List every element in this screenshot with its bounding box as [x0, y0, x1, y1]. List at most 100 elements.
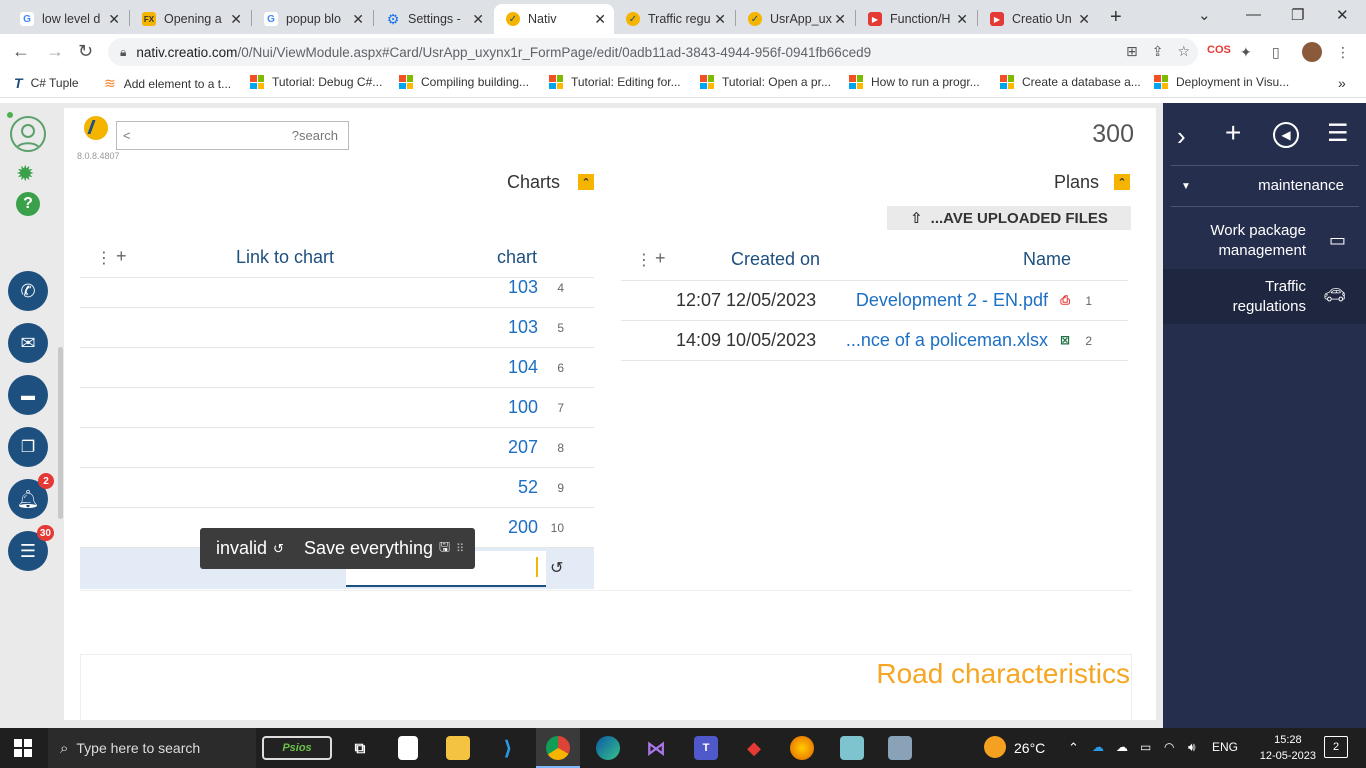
close-window-icon[interactable]: ✕ [1336, 6, 1349, 24]
browser-tab-9[interactable]: ▶ Creatio Un ✕ [978, 4, 1098, 34]
browser-tab-6[interactable]: ✓ Traffic regu ✕ [614, 4, 734, 34]
feed-button[interactable]: ❐ [8, 427, 48, 467]
close-tab-icon[interactable]: ✕ [352, 11, 364, 28]
file-explorer-icon[interactable] [446, 736, 470, 760]
column-header-name[interactable]: Name [1023, 249, 1071, 270]
taskbar-search-input[interactable]: ⌕ Type here to search [48, 728, 256, 768]
browser-tab-1[interactable]: G low level d ✕ [8, 4, 128, 34]
back-arrow-icon[interactable]: ← [12, 41, 30, 62]
play-back-icon[interactable]: ◀ [1273, 122, 1299, 148]
undo-icon[interactable]: ↺ [273, 541, 284, 557]
bookmark-item[interactable]: Compiling building... [399, 75, 529, 89]
chart-value[interactable]: 103 [508, 317, 538, 338]
url-input[interactable]: 🔒︎ nativ.creatio.com/0/Nui/ViewModule.as… [108, 38, 1198, 66]
network-icon[interactable]: ▭ [1140, 740, 1151, 754]
chart-value[interactable]: 52 [518, 477, 538, 498]
profile-avatar[interactable] [1302, 42, 1322, 62]
browser-tab-8[interactable]: ▶ Function/H ✕ [856, 4, 976, 34]
bookmark-item[interactable]: How to run a progr... [849, 75, 980, 89]
file-name-link[interactable]: ...nce of a policeman.xlsx [846, 330, 1048, 351]
file-name-link[interactable]: Development 2 - EN.pdf [856, 290, 1048, 311]
share-icon[interactable]: ⇪ [1152, 43, 1164, 60]
search-input[interactable]: < ?search [116, 121, 349, 150]
chevron-right-icon[interactable]: › [1177, 121, 1186, 152]
bookmark-star-icon[interactable]: ☆ [1177, 43, 1190, 60]
bookmark-item[interactable]: ≋ Add element to a t... [104, 75, 231, 92]
charts-add-icon[interactable]: + [116, 246, 127, 267]
close-tab-icon[interactable]: ✕ [956, 11, 968, 28]
plans-grid-menu-icon[interactable]: ⋮ [636, 250, 652, 270]
charts-grid-menu-icon[interactable]: ⋮ [96, 248, 112, 268]
plans-add-icon[interactable]: + [655, 248, 666, 269]
close-tab-icon[interactable]: ✕ [714, 11, 726, 28]
bookmark-item[interactable]: Deployment in Visu... [1154, 75, 1289, 89]
table-row[interactable]: 14:09 10/05/2023 ...nce of a policeman.x… [621, 321, 1128, 361]
column-header-created-on[interactable]: Created on [731, 249, 820, 270]
cloud-icon[interactable]: ☁ [1116, 740, 1128, 754]
chevron-up-icon[interactable]: ⌃ [1068, 740, 1079, 756]
taskbar-clock[interactable]: 15:28 12-05-2023 [1260, 732, 1316, 764]
kebab-menu-icon[interactable]: ⋮ [1336, 44, 1350, 61]
table-row[interactable]: 103 5 [80, 308, 594, 348]
side-panel-icon[interactable]: ▯ [1272, 44, 1280, 61]
upload-files-button[interactable]: ⇧ ...AVE UPLOADED FILES [887, 206, 1131, 230]
close-tab-icon[interactable]: ✕ [108, 11, 120, 28]
notepad-icon[interactable] [398, 736, 418, 760]
column-header-link-to-chart[interactable]: Link to chart [236, 247, 334, 268]
bookmark-item[interactable]: Tutorial: Debug C#... [250, 75, 382, 89]
chat-button[interactable]: ▬ [8, 375, 48, 415]
table-row[interactable]: 12:07 12/05/2023 Development 2 - EN.pdf … [621, 281, 1128, 321]
search-back-icon[interactable]: < [123, 128, 131, 143]
puzzle-icon[interactable]: ✦ [1240, 44, 1252, 61]
charts-collapse-button[interactable]: ⌃ [578, 174, 594, 190]
browser-tab-3[interactable]: G popup blo ✕ [252, 4, 372, 34]
psios-app-icon[interactable]: Psios [262, 736, 332, 760]
save-icon[interactable]: 🖫︎ [439, 538, 450, 560]
forward-arrow-icon[interactable]: → [46, 41, 64, 62]
undo-icon[interactable]: ↺ [550, 558, 563, 578]
visual-studio-icon[interactable]: ⋈ [644, 736, 668, 760]
weather-temperature[interactable]: 26°C [1014, 740, 1045, 756]
plans-collapse-button[interactable]: ⌃ [1114, 174, 1130, 190]
sidebar-item-traffic-regulations[interactable]: Traffic regulations 🚗︎ [1163, 269, 1366, 324]
notifications-button[interactable]: 🔔︎ 2 [8, 473, 54, 519]
chart-value[interactable]: 207 [508, 437, 538, 458]
translate-icon[interactable]: ⊞ [1126, 43, 1138, 60]
browser-tab-5-active[interactable]: ✓ Nativ ✕ [494, 4, 614, 34]
process-button[interactable]: ☰ 30 [8, 525, 54, 571]
add-icon[interactable]: + [1225, 117, 1241, 149]
close-tab-icon[interactable]: ✕ [1078, 11, 1090, 28]
vscode-icon[interactable]: ⟩ [496, 736, 520, 760]
browser-tab-7[interactable]: ✓ UsrApp_ux ✕ [736, 4, 854, 34]
help-icon[interactable]: ? [16, 192, 40, 216]
chart-value[interactable]: 103 [508, 277, 538, 298]
chart-value[interactable]: 100 [508, 397, 538, 418]
edge-icon[interactable] [596, 736, 620, 760]
extension-cos-icon[interactable]: COS [1207, 44, 1231, 56]
table-row[interactable]: 52 9 [80, 468, 594, 508]
new-tab-button[interactable]: + [1110, 6, 1122, 29]
wifi-icon[interactable]: ◠ [1164, 740, 1174, 754]
table-row[interactable]: 104 6 [80, 348, 594, 388]
task-view-icon[interactable]: ⧉ [348, 736, 372, 760]
close-tab-icon[interactable]: ✕ [834, 11, 846, 28]
language-indicator[interactable]: ENG [1212, 740, 1238, 754]
page-scrollbar[interactable] [58, 347, 63, 519]
bookmark-item[interactable]: Create a database a... [1000, 75, 1141, 89]
more-bookmarks-button[interactable]: » [1338, 75, 1346, 91]
chrome-icon[interactable] [546, 736, 570, 760]
git-icon[interactable]: ◆ [742, 736, 766, 760]
table-row[interactable]: 100 7 [80, 388, 594, 428]
notes-app-icon[interactable] [840, 736, 864, 760]
table-row[interactable]: 207 8 [80, 428, 594, 468]
bookmark-item[interactable]: T C# Tuple [14, 75, 79, 91]
gear-icon[interactable]: ✹ [16, 161, 34, 187]
close-tab-icon[interactable]: ✕ [472, 11, 484, 28]
notification-center-icon[interactable]: 2 [1324, 736, 1348, 758]
email-button[interactable]: ✉ [8, 323, 48, 363]
tab-search-icon[interactable]: ⌄ [1198, 6, 1211, 24]
table-row[interactable]: 103 4 [80, 268, 594, 308]
browser-tab-4[interactable]: ⚙ Settings - ✕ [374, 4, 492, 34]
bookmark-item[interactable]: Tutorial: Open a pr... [700, 75, 831, 89]
save-everything-button[interactable]: Save everything [304, 538, 433, 559]
